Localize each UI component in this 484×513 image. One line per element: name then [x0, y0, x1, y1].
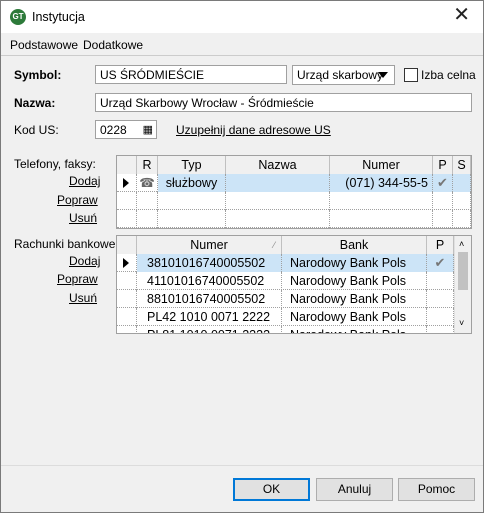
tab-podstawowe[interactable]: Podstawowe: [7, 36, 81, 54]
account-add-link[interactable]: Dodaj: [69, 254, 100, 268]
phones-header-row: R Typ Nazwa Numer P S: [117, 156, 471, 174]
accounts-scrollbar[interactable]: ˄ ˅: [454, 236, 471, 333]
account-edit-link[interactable]: Popraw: [57, 272, 98, 286]
table-row[interactable]: PL81 1010 0071 2222 Narodowy Bank Pols: [117, 326, 454, 333]
account-delete-link[interactable]: Usuń: [69, 291, 97, 305]
type-select[interactable]: Urząd skarbowy: [292, 65, 395, 85]
izba-celna-checkbox[interactable]: [404, 68, 418, 82]
calculator-icon[interactable]: ▦: [143, 123, 153, 137]
phones-section-label: Telefony, faksy:: [14, 157, 96, 171]
close-icon[interactable]: ✕: [453, 5, 470, 25]
scroll-thumb[interactable]: [458, 252, 468, 290]
acc-numer: 41101016740005502: [137, 272, 282, 290]
acc-bank: Narodowy Bank Pols: [282, 308, 427, 326]
cancel-button[interactable]: Anuluj: [316, 478, 393, 501]
dialog-window: GT Instytucja ✕ Podstawowe Dodatkowe Sym…: [0, 0, 484, 513]
phone-p-check: ✔: [433, 174, 453, 192]
acc-bank: Narodowy Bank Pols: [282, 272, 427, 290]
phone-nazwa: [226, 174, 330, 192]
acc-p-check: ✔: [427, 254, 454, 272]
col-s[interactable]: S: [453, 156, 471, 174]
col-acc-numer[interactable]: Numer ⁄: [137, 236, 282, 254]
button-bar: OK Anuluj Pomoc: [1, 465, 483, 512]
col-p[interactable]: P: [433, 156, 453, 174]
acc-bank: Narodowy Bank Pols: [282, 254, 427, 272]
acc-bank: Narodowy Bank Pols: [282, 290, 427, 308]
izba-celna-label: Izba celna: [421, 68, 476, 82]
scroll-up-icon[interactable]: ˄: [459, 239, 464, 249]
col-nazwa[interactable]: Nazwa: [226, 156, 330, 174]
table-row[interactable]: PL42 1010 0071 2222 Narodowy Bank Pols: [117, 308, 454, 326]
table-row[interactable]: 88101016740005502 Narodowy Bank Pols: [117, 290, 454, 308]
col-numer[interactable]: Numer: [330, 156, 433, 174]
nazwa-label: Nazwa:: [14, 96, 56, 110]
window-title: Instytucja: [32, 10, 85, 24]
help-button[interactable]: Pomoc: [398, 478, 475, 501]
col-typ[interactable]: Typ: [158, 156, 226, 174]
acc-numer: PL42 1010 0071 2222: [137, 308, 282, 326]
phone-icon: ☎: [137, 174, 158, 192]
table-row: [117, 192, 471, 210]
chevron-down-icon: [378, 72, 388, 78]
acc-numer: 38101016740005502: [137, 254, 282, 272]
phone-add-link[interactable]: Dodaj: [69, 174, 100, 188]
acc-p: [427, 272, 454, 290]
acc-bank: Narodowy Bank Pols: [282, 326, 427, 333]
acc-p: [427, 326, 454, 333]
symbol-label: Symbol:: [14, 68, 62, 82]
kod-us-input[interactable]: 0228 ▦: [95, 120, 157, 139]
accounts-section-label: Rachunki bankowe:: [14, 237, 119, 251]
table-row[interactable]: 41101016740005502 Narodowy Bank Pols: [117, 272, 454, 290]
symbol-input[interactable]: US ŚRÓDMIEŚCIE: [95, 65, 287, 84]
accounts-header-row: Numer ⁄ Bank P: [117, 236, 454, 254]
ok-button[interactable]: OK: [233, 478, 310, 501]
phone-edit-link[interactable]: Popraw: [57, 193, 98, 207]
acc-numer: 88101016740005502: [137, 290, 282, 308]
acc-numer: PL81 1010 0071 2222: [137, 326, 282, 333]
col-r[interactable]: R: [137, 156, 158, 174]
col-acc-p[interactable]: P: [427, 236, 454, 254]
tab-bar: Podstawowe Dodatkowe: [1, 33, 483, 85]
kod-us-value: 0228: [100, 123, 127, 137]
phone-typ: służbowy: [158, 174, 226, 192]
app-icon: GT: [10, 9, 26, 25]
scroll-down-icon[interactable]: ˅: [459, 318, 464, 328]
phone-numer: (071) 344-55-5: [330, 174, 433, 192]
row-pointer-icon: [117, 254, 137, 272]
table-row[interactable]: ☎ służbowy (071) 344-55-5 ✔: [117, 174, 471, 192]
phone-delete-link[interactable]: Usuń: [69, 211, 97, 225]
sort-icon: ⁄: [273, 240, 275, 250]
acc-p: [427, 290, 454, 308]
accounts-table[interactable]: Numer ⁄ Bank P 38101016740005502 Narodowy…: [116, 235, 472, 334]
title-bar[interactable]: GT Instytucja ✕: [1, 1, 483, 33]
table-row[interactable]: 38101016740005502 Narodowy Bank Pols ✔: [117, 254, 454, 272]
tab-dodatkowe[interactable]: Dodatkowe: [80, 36, 146, 54]
acc-p: [427, 308, 454, 326]
nazwa-input[interactable]: Urząd Skarbowy Wrocław - Śródmieście: [95, 93, 472, 112]
phone-s: [453, 174, 471, 192]
table-row: [117, 210, 471, 228]
col-acc-bank[interactable]: Bank: [282, 236, 427, 254]
phones-table[interactable]: R Typ Nazwa Numer P S ☎ służbowy (071) 3…: [116, 155, 472, 229]
row-pointer-icon: [117, 174, 137, 192]
tab-panel: Symbol: US ŚRÓDMIEŚCIE Urząd skarbowy Iz…: [1, 55, 483, 466]
fill-address-link[interactable]: Uzupełnij dane adresowe US: [176, 123, 331, 137]
kod-us-label: Kod US:: [14, 123, 59, 137]
type-select-value: Urząd skarbowy: [297, 68, 384, 82]
